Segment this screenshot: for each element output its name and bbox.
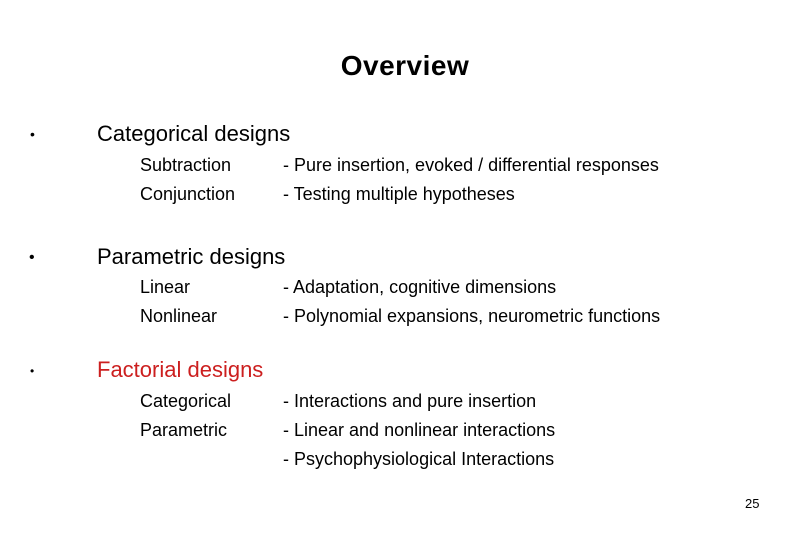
slide-title: Overview: [340, 50, 470, 81]
bullet-icon: •: [30, 126, 35, 142]
design-description-categorical: - Interactions and pure insertion: [283, 391, 537, 411]
section-heading-parametric: Parametric designs: [97, 244, 286, 269]
section-heading-categorical: Categorical designs: [97, 121, 291, 146]
bullet-icon: •: [30, 364, 35, 378]
design-label-categorical: Categorical: [140, 391, 232, 411]
page-number: 25: [745, 496, 760, 511]
design-label-linear: Linear: [140, 277, 191, 297]
design-description-subtraction: - Pure insertion, evoked / differential …: [283, 155, 659, 175]
design-description-parametric: - Linear and nonlinear interactions: [283, 420, 556, 440]
design-description-conjunction: - Testing multiple hypotheses: [283, 184, 515, 204]
design-label-conjunction: Conjunction: [140, 184, 236, 204]
design-description-ppi: - Psychophysiological Interactions: [283, 449, 555, 469]
design-label-subtraction: Subtraction: [140, 155, 232, 175]
design-description-nonlinear: - Polynomial expansions, neurometric fun…: [283, 306, 661, 326]
design-label-parametric: Parametric: [140, 420, 228, 440]
design-label-nonlinear: Nonlinear: [140, 306, 218, 326]
design-description-linear: - Adaptation, cognitive dimensions: [283, 277, 557, 297]
bullet-icon: •: [29, 249, 35, 266]
section-heading-factorial: Factorial designs: [97, 357, 264, 382]
